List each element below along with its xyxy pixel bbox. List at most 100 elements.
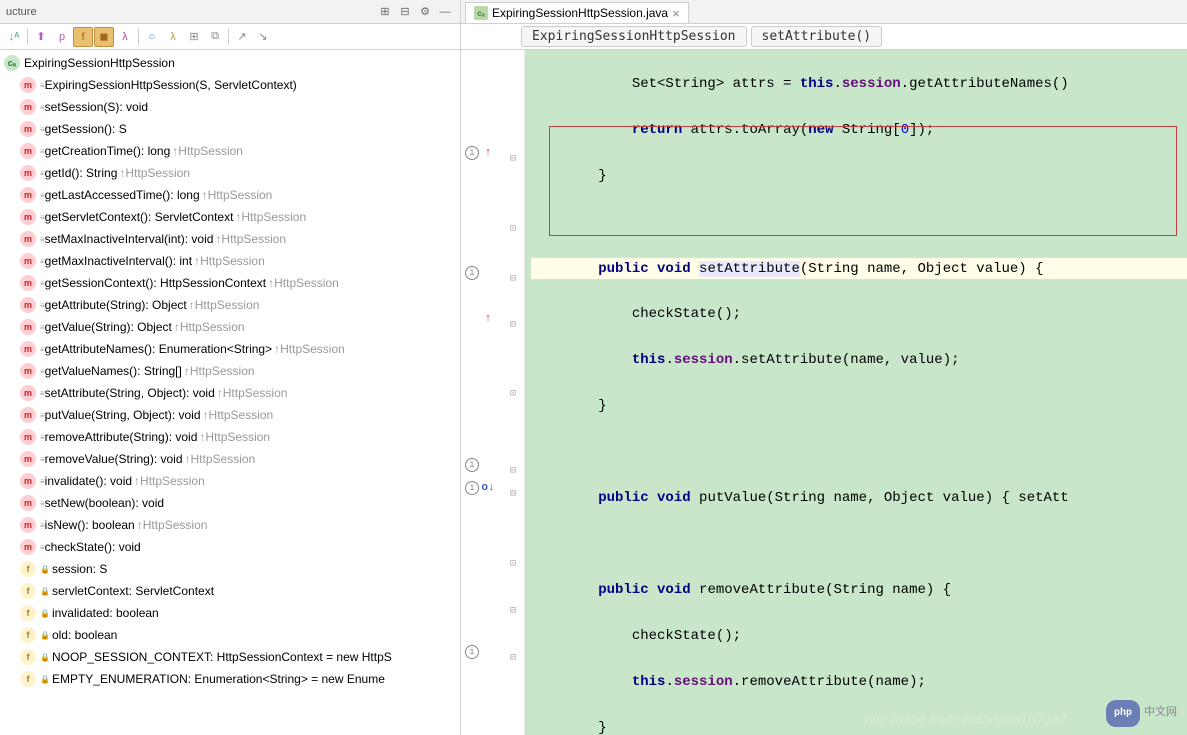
show-nonpublic-icon[interactable]: ◼ [94,27,114,47]
fold-icon[interactable]: ⊟ [510,483,520,493]
sort-alpha-icon[interactable]: ↓ᴬ [4,27,24,47]
lambda2-icon[interactable]: λ [163,27,183,47]
member-node[interactable]: m≡ getValue(String): Object ↑HttpSession [0,316,460,338]
member-node[interactable]: f🔒servletContext: ServletContext [0,580,460,602]
member-node[interactable]: m≡ ExpiringSessionHttpSession(S, Servlet… [0,74,460,96]
member-node[interactable]: m≡ setAttribute(String, Object): void ↑H… [0,382,460,404]
field-icon: f [20,671,36,687]
fold-icon[interactable]: ⊡ [510,383,520,393]
fold-icon[interactable]: ⊟ [510,148,520,158]
member-node[interactable]: m≡ removeAttribute(String): void ↑HttpSe… [0,426,460,448]
member-inherited: ↑HttpSession [217,386,288,400]
member-label: NOOP_SESSION_CONTEXT: HttpSessionContext… [52,650,392,664]
editor-tab[interactable]: cₐ ExpiringSessionHttpSession.java × [465,2,689,23]
member-node[interactable]: m≡ getValueNames(): String[] ↑HttpSessio… [0,360,460,382]
code-area[interactable]: Set<String> attrs = this.session.getAttr… [525,50,1187,735]
member-label: removeAttribute(String): void [45,430,198,444]
show-fields-icon[interactable]: f [73,27,93,47]
member-node[interactable]: f🔒old: boolean [0,624,460,646]
fold-icon[interactable]: ⊟ [510,647,520,657]
member-node[interactable]: m≡ setMaxInactiveInterval(int): void ↑Ht… [0,228,460,250]
watermark: http://blog.csdn.net/xlgen157387 [865,708,1067,731]
info-icon[interactable]: i [465,481,479,495]
member-node[interactable]: m≡ getId(): String ↑HttpSession [0,162,460,184]
method-icon: m [20,495,36,511]
member-node[interactable]: m≡ getMaxInactiveInterval(): int ↑HttpSe… [0,250,460,272]
anonymous-icon[interactable]: ○ [142,27,162,47]
member-inherited: ↑HttpSession [274,342,345,356]
fold-icon[interactable]: ⊟ [510,314,520,324]
method-icon: m [20,385,36,401]
member-label: old: boolean [52,628,117,642]
member-node[interactable]: m≡ removeValue(String): void ↑HttpSessio… [0,448,460,470]
member-label: getSession(): S [45,122,127,136]
member-node[interactable]: f🔒invalidated: boolean [0,602,460,624]
override-up-icon[interactable]: ↑ [481,312,495,326]
fold-icon[interactable]: ⊟ [510,460,520,470]
member-node[interactable]: f🔒NOOP_SESSION_CONTEXT: HttpSessionConte… [0,646,460,668]
member-node[interactable]: m≡ getCreationTime(): long ↑HttpSession [0,140,460,162]
member-label: setAttribute(String, Object): void [45,386,215,400]
code-editor[interactable]: i ↑ i ↑ i i o↓ i ⊟ ⊡ ⊟ ⊟ ⊡ ⊟ ⊟ ⊡ ⊟ ⊟ Set… [461,50,1187,735]
info-icon[interactable]: i [465,266,479,280]
breadcrumb-method[interactable]: setAttribute() [751,26,883,47]
show-properties-icon[interactable]: p [52,27,72,47]
member-label: checkState(): void [45,540,141,554]
hide-icon[interactable]: — [436,3,454,21]
member-label: setNew(boolean): void [45,496,164,510]
php-badge: php [1106,700,1140,727]
member-inherited: ↑HttpSession [215,232,286,246]
member-node[interactable]: m≡ getLastAccessedTime(): long ↑HttpSess… [0,184,460,206]
gutter[interactable]: i ↑ i ↑ i i o↓ i ⊟ ⊡ ⊟ ⊟ ⊡ ⊟ ⊟ ⊡ ⊟ ⊟ [461,50,525,735]
member-label: getAttributeNames(): Enumeration<String> [45,342,272,356]
info-icon[interactable]: i [465,645,479,659]
info-icon[interactable]: i [465,458,479,472]
settings-icon[interactable]: ⚙ [416,3,434,21]
member-node[interactable]: m≡ putValue(String, Object): void ↑HttpS… [0,404,460,426]
member-label: getCreationTime(): long [45,144,171,158]
member-node[interactable]: m≡ getSessionContext(): HttpSessionConte… [0,272,460,294]
method-icon: m [20,275,36,291]
hierarchy-icon[interactable]: ⧉ [205,27,225,47]
member-label: servletContext: ServletContext [52,584,214,598]
expand-icon[interactable]: ⊞ [376,3,394,21]
member-node[interactable]: m≡ getAttributeNames(): Enumeration<Stri… [0,338,460,360]
member-node[interactable]: m≡ getAttribute(String): Object ↑HttpSes… [0,294,460,316]
fold-icon[interactable]: ⊡ [510,553,520,563]
autoscroll-source-icon[interactable]: ↗ [232,27,252,47]
field-icon: f [20,561,36,577]
method-icon: m [20,473,36,489]
highlighted-method-box [549,126,1177,236]
fold-icon[interactable]: ⊟ [510,600,520,610]
collapse-icon[interactable]: ⊟ [396,3,414,21]
info-icon[interactable]: i [465,146,479,160]
member-inherited: ↑HttpSession [202,188,273,202]
member-node[interactable]: m≡ checkState(): void [0,536,460,558]
breadcrumb-class[interactable]: ExpiringSessionHttpSession [521,26,747,47]
member-node[interactable]: m≡ isNew(): boolean ↑HttpSession [0,514,460,536]
autoscroll-target-icon[interactable]: ↘ [253,27,273,47]
lambda-icon[interactable]: λ [115,27,135,47]
member-node[interactable]: m≡ setSession(S): void [0,96,460,118]
member-label: invalidate(): void [45,474,132,488]
close-icon[interactable]: × [672,6,680,21]
method-icon: m [20,429,36,445]
class-node[interactable]: cₐ ExpiringSessionHttpSession [0,52,460,74]
tree-icon[interactable]: ⊞ [184,27,204,47]
override-up-icon[interactable]: ↑ [481,146,495,160]
member-node[interactable]: m≡ setNew(boolean): void [0,492,460,514]
member-inherited: ↑HttpSession [172,144,243,158]
fold-icon[interactable]: ⊟ [510,268,520,278]
member-node[interactable]: f🔒EMPTY_ENUMERATION: Enumeration<String>… [0,668,460,690]
member-inherited: ↑HttpSession [235,210,306,224]
member-node[interactable]: m≡ invalidate(): void ↑HttpSession [0,470,460,492]
breadcrumb[interactable]: ExpiringSessionHttpSession setAttribute(… [461,24,1187,50]
override-down-icon[interactable]: o↓ [481,481,495,495]
member-node[interactable]: m≡ getServletContext(): ServletContext ↑… [0,206,460,228]
method-icon: m [20,407,36,423]
member-node[interactable]: f🔒session: S [0,558,460,580]
fold-icon[interactable]: ⊡ [510,218,520,228]
member-node[interactable]: m≡ getSession(): S [0,118,460,140]
show-inherited-icon[interactable]: ⬆ [31,27,51,47]
structure-tree[interactable]: cₐ ExpiringSessionHttpSession m≡ Expirin… [0,50,460,735]
